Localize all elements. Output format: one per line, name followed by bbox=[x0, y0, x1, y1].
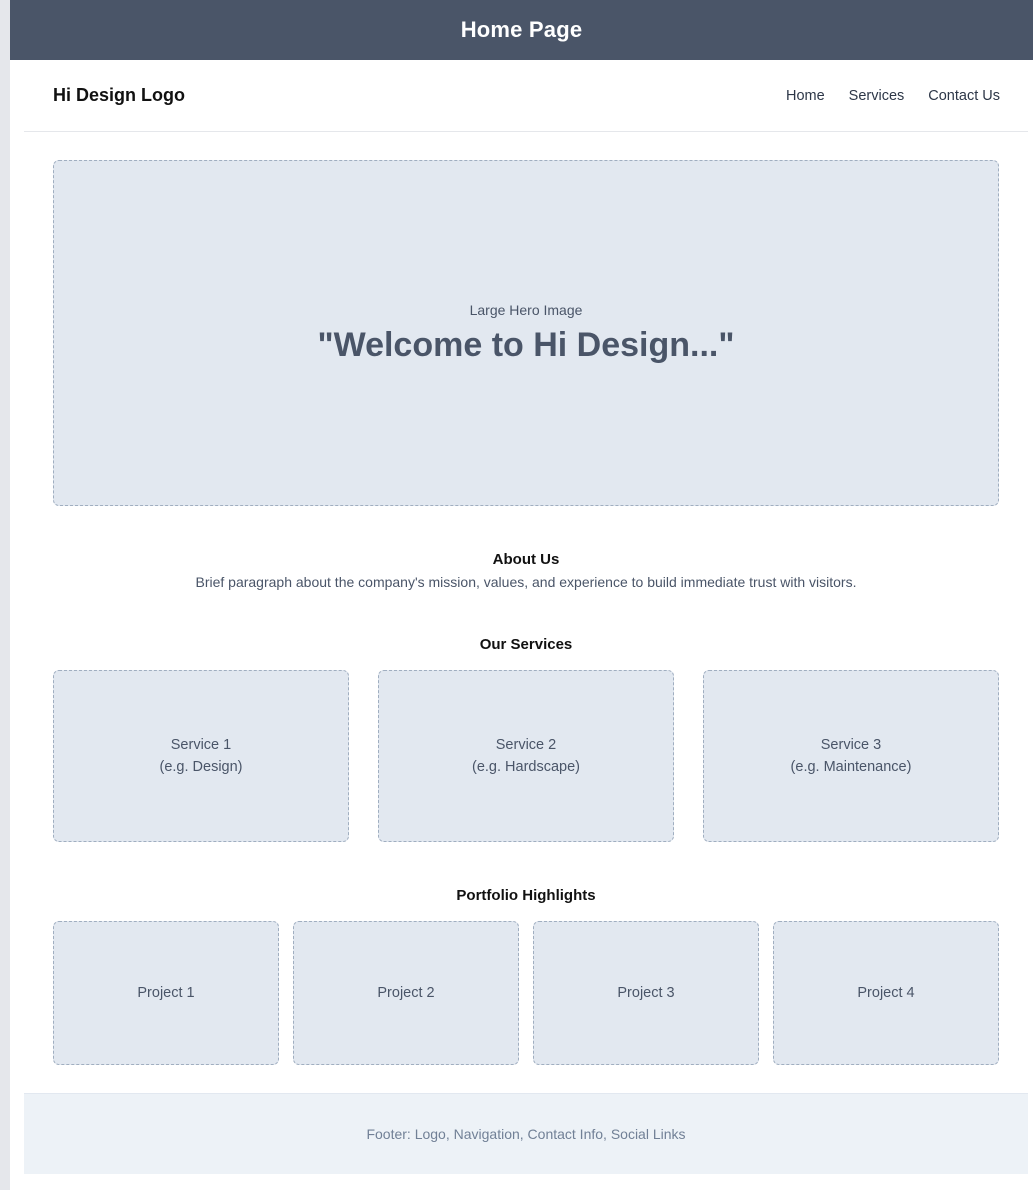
about-title: About Us bbox=[492, 551, 560, 568]
service-card[interactable]: Service 1 (e.g. Design) bbox=[53, 670, 349, 842]
service-card[interactable]: Service 2 (e.g. Hardscape) bbox=[378, 670, 674, 842]
service-example: (e.g. Hardscape) bbox=[472, 759, 580, 775]
project-label: Project 3 bbox=[617, 985, 675, 1001]
project-card[interactable]: Project 2 bbox=[293, 921, 519, 1065]
service-card[interactable]: Service 3 (e.g. Maintenance) bbox=[703, 670, 999, 842]
project-card[interactable]: Project 3 bbox=[533, 921, 759, 1065]
project-label: Project 1 bbox=[137, 985, 195, 1001]
hero-image-placeholder: Large Hero Image "Welcome to Hi Design..… bbox=[53, 160, 999, 506]
project-label: Project 4 bbox=[857, 985, 915, 1001]
main-nav: Home Services Contact Us bbox=[786, 88, 1000, 104]
service-name: Service 1 bbox=[170, 737, 232, 753]
site-logo[interactable]: Hi Design Logo bbox=[53, 85, 185, 106]
portfolio-section: Portfolio Highlights Project 1 Project 2… bbox=[53, 887, 999, 1065]
service-example: (e.g. Maintenance) bbox=[790, 759, 912, 775]
portfolio-title: Portfolio Highlights bbox=[456, 887, 596, 904]
site-header: Hi Design Logo Home Services Contact Us bbox=[24, 60, 1028, 132]
footer-text: Footer: Logo, Navigation, Contact Info, … bbox=[366, 1126, 686, 1142]
services-section: Our Services Service 1 (e.g. Design) Ser… bbox=[53, 636, 999, 842]
service-example: (e.g. Design) bbox=[159, 759, 243, 775]
nav-link-contact[interactable]: Contact Us bbox=[928, 88, 1000, 104]
main-content: Large Hero Image "Welcome to Hi Design..… bbox=[24, 132, 1028, 1065]
services-title: Our Services bbox=[479, 636, 573, 653]
project-card[interactable]: Project 4 bbox=[773, 921, 999, 1065]
nav-link-services[interactable]: Services bbox=[849, 88, 905, 104]
hero-headline: "Welcome to Hi Design..." bbox=[317, 325, 735, 364]
wireframe-canvas: Hi Design Logo Home Services Contact Us … bbox=[24, 60, 1028, 1174]
service-name: Service 3 bbox=[820, 737, 882, 753]
page: Home Page Hi Design Logo Home Services C… bbox=[0, 0, 1033, 1190]
services-grid: Service 1 (e.g. Design) Service 2 (e.g. … bbox=[53, 670, 999, 842]
title-bar: Home Page bbox=[10, 0, 1033, 60]
hero-label: Large Hero Image bbox=[469, 301, 583, 318]
service-name: Service 2 bbox=[495, 737, 557, 753]
project-card[interactable]: Project 1 bbox=[53, 921, 279, 1065]
portfolio-grid: Project 1 Project 2 Project 3 Project 4 bbox=[53, 921, 999, 1065]
project-label: Project 2 bbox=[377, 985, 435, 1001]
site-footer: Footer: Logo, Navigation, Contact Info, … bbox=[24, 1093, 1028, 1174]
window-title: Home Page bbox=[460, 17, 583, 42]
about-text: Brief paragraph about the company's miss… bbox=[195, 574, 857, 590]
nav-link-home[interactable]: Home bbox=[786, 88, 825, 104]
about-section: About Us Brief paragraph about the compa… bbox=[53, 551, 999, 590]
